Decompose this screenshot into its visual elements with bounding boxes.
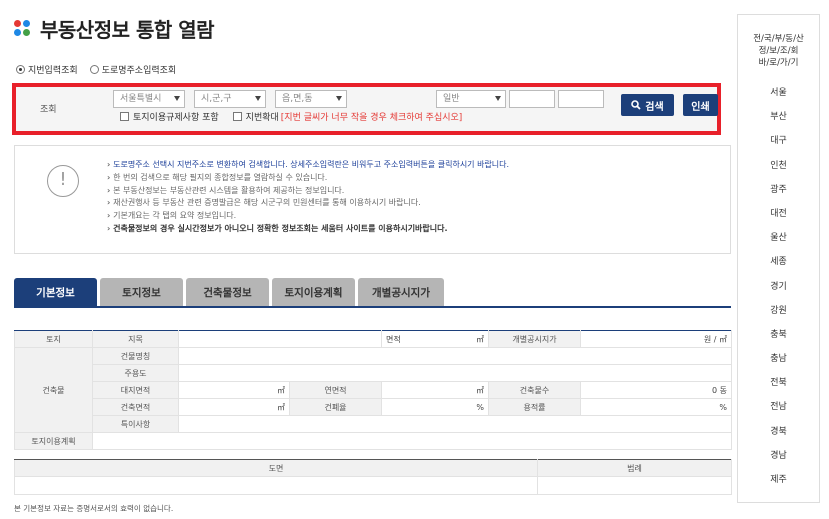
eupmyeondong-select[interactable]: 읍,면,동 bbox=[275, 90, 347, 108]
tab-land-info[interactable]: 토지정보 bbox=[100, 278, 183, 306]
tab-building-info[interactable]: 건축물정보 bbox=[186, 278, 269, 306]
table-row: 대지면적 ㎡ 연면적 ㎡ 건축물수 0 동 bbox=[15, 381, 732, 399]
search-options: 토지이용규제사항 포함 지번확대 [지번 글씨가 너무 작을 경우 체크하여 주… bbox=[120, 110, 462, 123]
region-link-busan[interactable]: 부산 bbox=[738, 105, 819, 129]
logo-icon bbox=[14, 19, 32, 38]
tab-bar: 기본정보 토지정보 건축물정보 토지이용계획 개별공시지가 bbox=[14, 278, 444, 306]
search-icon bbox=[631, 100, 641, 110]
page-header: 부동산정보 통합 열람 bbox=[14, 14, 215, 43]
exclamation-icon: ! bbox=[47, 165, 79, 197]
tab-official-price[interactable]: 개별공시지가 bbox=[358, 278, 444, 306]
regulation-checkbox[interactable] bbox=[120, 112, 129, 121]
region-link-gwangju[interactable]: 광주 bbox=[738, 178, 819, 202]
region-link-jeju[interactable]: 제주 bbox=[738, 468, 819, 492]
type-select[interactable]: 일반 bbox=[436, 90, 506, 108]
chevron-down-icon bbox=[174, 96, 180, 101]
region-link-gyeongnam[interactable]: 경남 bbox=[738, 444, 819, 468]
region-link-chungnam[interactable]: 충남 bbox=[738, 347, 819, 371]
footnote: 본 기본정보 자료는 증명서로서의 효력이 없습니다. bbox=[14, 504, 174, 513]
drawing-table: 도면 범례 bbox=[14, 459, 732, 495]
table-row: 토지이용계획 bbox=[14, 432, 732, 450]
tab-underline bbox=[14, 306, 731, 308]
chevron-down-icon bbox=[255, 96, 261, 101]
list-item: 한 번의 검색으로 해당 필지의 종합정보를 열람하실 수 있습니다. bbox=[107, 172, 509, 185]
search-panel: 조회 서울특별시 시,군,구 읍,면,동 일반 토지이용규제사항 포함 지번확대… bbox=[12, 83, 721, 135]
chevron-down-icon bbox=[495, 96, 501, 101]
chevron-down-icon bbox=[336, 96, 342, 101]
search-mode-group: 지번입력조회 도로명주소입력조회 bbox=[16, 63, 176, 76]
region-link-sejong[interactable]: 세종 bbox=[738, 250, 819, 274]
region-link-chungbuk[interactable]: 충북 bbox=[738, 323, 819, 347]
region-link-daegu[interactable]: 대구 bbox=[738, 129, 819, 153]
table-row: 특이사항 bbox=[15, 415, 732, 433]
list-item: 기본개요는 각 탭의 요약 정보입니다. bbox=[107, 210, 509, 223]
main-number-input[interactable] bbox=[509, 90, 555, 108]
table-row bbox=[14, 476, 732, 495]
region-link-ulsan[interactable]: 울산 bbox=[738, 226, 819, 250]
tab-basic-info[interactable]: 기본정보 bbox=[14, 278, 97, 306]
region-link-gyeonggi[interactable]: 경기 bbox=[738, 275, 819, 299]
radio-road-address[interactable]: 도로명주소입력조회 bbox=[89, 63, 176, 76]
region-link-gyeongbuk[interactable]: 경북 bbox=[738, 420, 819, 444]
enlarge-checkbox[interactable] bbox=[232, 112, 242, 121]
print-button[interactable]: 인쇄 bbox=[683, 94, 718, 116]
table-row: 도면 범례 bbox=[14, 459, 732, 477]
search-label: 조회 bbox=[40, 105, 57, 115]
region-shortcut-panel: 전/국/부/동/산 정/보/조/회 바/로/가/기 서울 부산 대구 인천 광주… bbox=[737, 14, 820, 503]
notice-box: ! 도로명주소 선택시 지번주소로 변환하여 검색합니다. 상세주소입력란은 비… bbox=[14, 145, 731, 254]
region-list: 서울 부산 대구 인천 광주 대전 울산 세종 경기 강원 충북 충남 전북 전… bbox=[738, 81, 819, 492]
notice-list: 도로명주소 선택시 지번주소로 변환하여 검색합니다. 상세주소입력란은 비워두… bbox=[107, 159, 509, 236]
region-link-gangwon[interactable]: 강원 bbox=[738, 299, 819, 323]
sido-select[interactable]: 서울특별시 bbox=[113, 90, 185, 108]
region-link-jeonbuk[interactable]: 전북 bbox=[738, 371, 819, 395]
radio-jibun-icon[interactable] bbox=[16, 65, 25, 74]
basic-info-table: 토지 지목 면적 ㎡ 개별공시지가 원 / ㎡ 건축물 건물명칭 주용도 대지면적… bbox=[14, 330, 732, 450]
region-panel-heading: 전/국/부/동/산 정/보/조/회 바/로/가/기 bbox=[753, 34, 804, 68]
page-title: 부동산정보 통합 열람 bbox=[40, 18, 215, 42]
list-item: 본 부동산정보는 부동산관련 시스템을 활용하여 제공하는 정보입니다. bbox=[107, 185, 509, 198]
region-link-incheon[interactable]: 인천 bbox=[738, 154, 819, 178]
table-row: 주용도 bbox=[15, 364, 732, 382]
radio-road-icon[interactable] bbox=[89, 65, 99, 74]
tab-land-use-plan[interactable]: 토지이용계획 bbox=[272, 278, 355, 306]
table-row: 건축면적 ㎡ 건폐율 % 용적률 % bbox=[15, 398, 732, 416]
region-link-jeonnam[interactable]: 전남 bbox=[738, 395, 819, 419]
sigungu-select[interactable]: 시,군,구 bbox=[194, 90, 266, 108]
list-item: 재산권행사 등 부동산 관련 증명발급은 해당 시군구의 민원센터를 통해 이용… bbox=[107, 197, 509, 210]
sub-number-input[interactable] bbox=[558, 90, 604, 108]
list-item: 도로명주소 선택시 지번주소로 변환하여 검색합니다. 상세주소입력란은 비워두… bbox=[107, 159, 509, 172]
table-row: 건축물 건물명칭 bbox=[14, 347, 732, 433]
region-link-daejeon[interactable]: 대전 bbox=[738, 202, 819, 226]
radio-jibun[interactable]: 지번입력조회 bbox=[16, 63, 78, 76]
search-button[interactable]: 검색 bbox=[621, 94, 674, 116]
region-link-seoul[interactable]: 서울 bbox=[738, 81, 819, 105]
table-row: 토지 지목 면적 ㎡ 개별공시지가 원 / ㎡ bbox=[14, 330, 732, 348]
list-item: 건축물정보의 경우 실시간정보가 아니오니 정확한 정보조회는 세움터 사이트를… bbox=[107, 223, 509, 236]
